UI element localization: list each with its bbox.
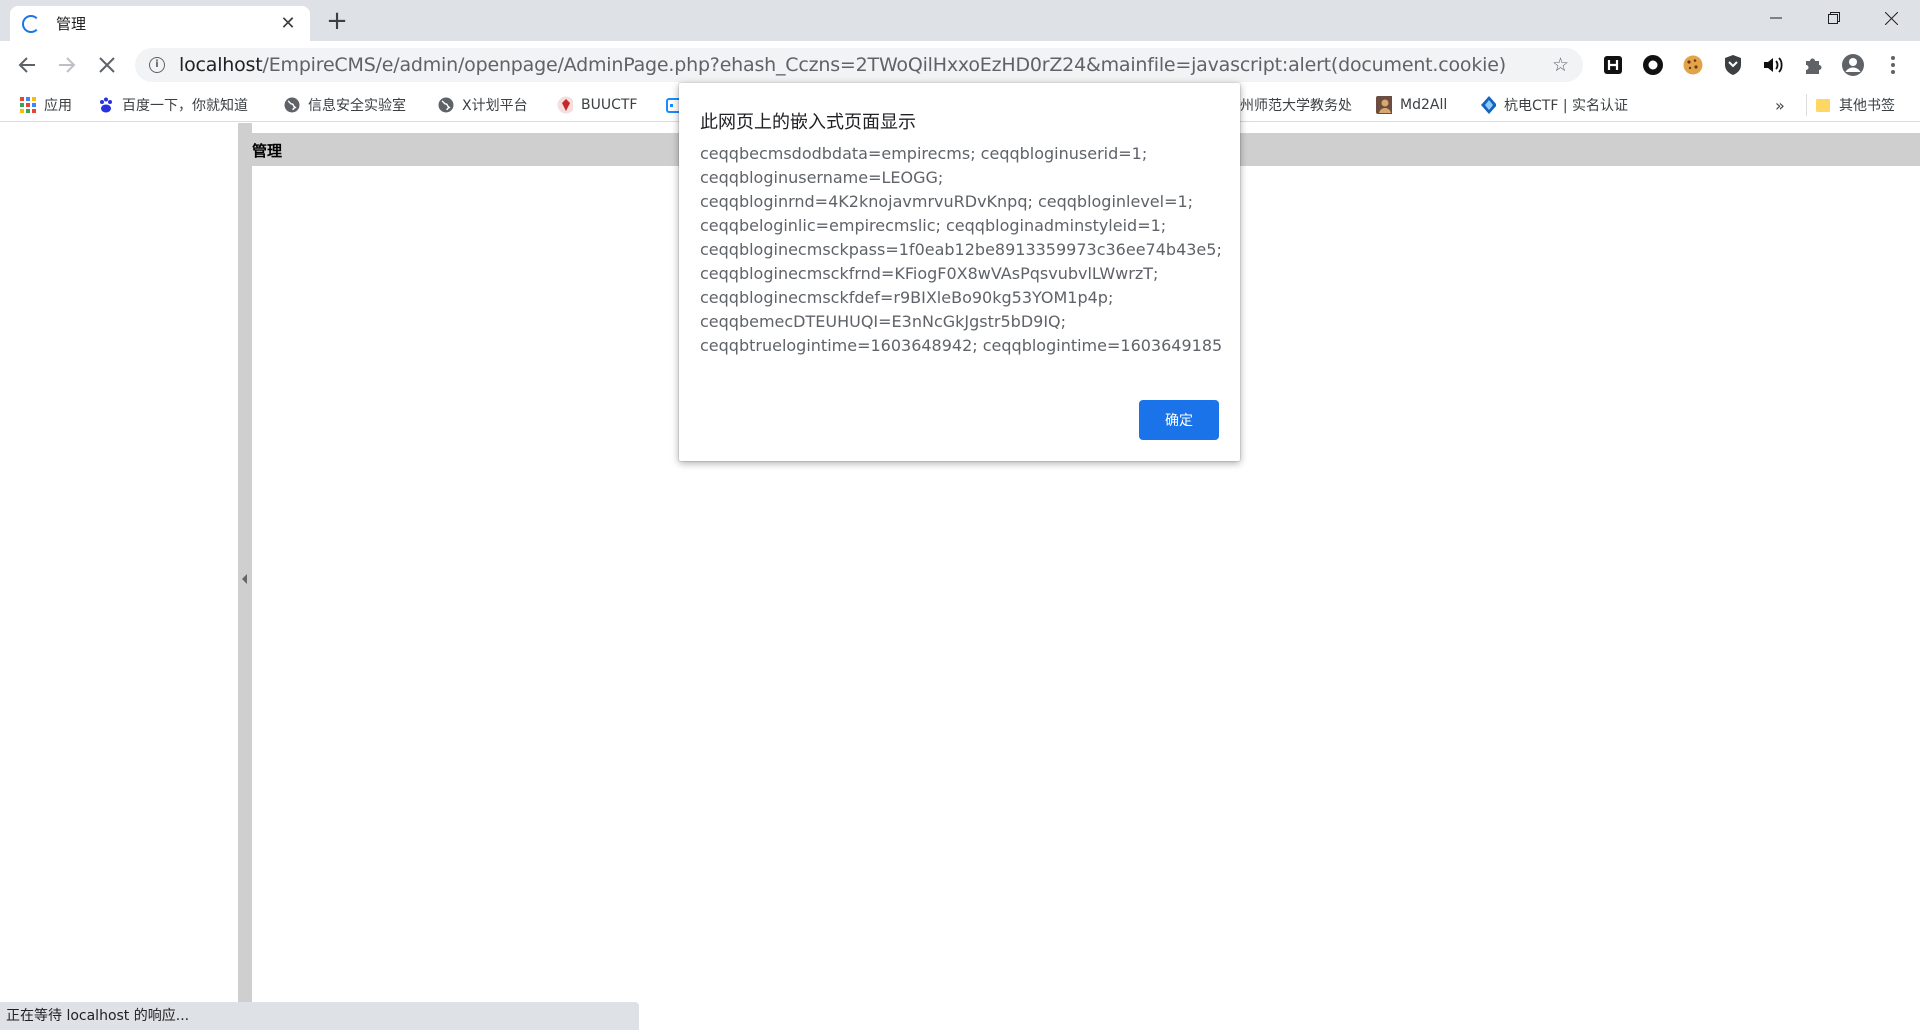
message-line: ceqqbloginrnd=4K2knojavmrvuRDvKnpq; ceqq…: [700, 192, 1194, 211]
site-info-icon[interactable]: i: [149, 57, 165, 73]
bookmark-buuctf[interactable]: BUUCTF: [557, 94, 637, 116]
bookmark-md2all[interactable]: Md2All: [1376, 94, 1447, 116]
bookmark-label: 信息安全实验室: [308, 98, 406, 114]
bookmark-xplan[interactable]: X计划平台: [438, 94, 528, 116]
tab-strip: 管理 ✕ +: [0, 0, 1920, 41]
menu-icon[interactable]: [1881, 53, 1905, 77]
message-line: ceqqbecmsdodbdata=empirecms; ceqqbloginu…: [700, 144, 1148, 163]
folder-icon: [1815, 97, 1831, 113]
bookmark-label: X计划平台: [462, 98, 528, 114]
circle-extension-icon[interactable]: [1641, 53, 1665, 77]
new-tab-button[interactable]: +: [322, 6, 352, 36]
address-bar[interactable]: i localhost/EmpireCMS/e/admin/openpage/A…: [135, 48, 1583, 82]
frame-splitter[interactable]: [238, 123, 252, 1002]
hdu-logo-icon: [1480, 96, 1496, 114]
baidu-paw-icon: [98, 97, 114, 113]
bookmark-label: 百度一下，你就知道: [122, 98, 248, 114]
h-extension-icon[interactable]: [1601, 53, 1625, 77]
apps-grid-icon: [20, 97, 36, 113]
tab-close-icon[interactable]: ✕: [278, 13, 298, 34]
forward-button[interactable]: [52, 50, 82, 80]
main-frame-title: 管理: [252, 142, 283, 160]
bookmark-label: 其他书签: [1839, 98, 1895, 114]
arrow-left-icon: [18, 57, 35, 73]
alert-dialog: 此网页上的嵌入式页面显示 ceqqbecmsdodbdata=empirecms…: [679, 83, 1240, 461]
restore-icon: [1828, 12, 1840, 24]
stop-loading-button[interactable]: [92, 50, 122, 80]
puzzle-extension-icon[interactable]: [1801, 53, 1825, 77]
back-button[interactable]: [12, 50, 42, 80]
shield-extension-icon[interactable]: [1721, 53, 1745, 77]
message-line: ceqqbtruelogintime=1603648942; ceqqblogi…: [700, 336, 1223, 355]
window-close-button[interactable]: [1862, 0, 1920, 36]
bookmark-label: Md2All: [1400, 97, 1448, 113]
window-close-icon: [1884, 11, 1898, 25]
stop-x-icon: [99, 57, 115, 73]
bookmark-hdu-ctf[interactable]: 杭电CTF | 实名认证: [1480, 94, 1628, 116]
bookmark-baidu[interactable]: 百度一下，你就知道: [98, 94, 248, 116]
bookmarks-overflow-button[interactable]: »: [1775, 94, 1785, 116]
browser-tab[interactable]: 管理 ✕: [10, 6, 310, 41]
left-menu-frame: [0, 123, 238, 1002]
globe-icon: [284, 97, 300, 113]
globe-icon: [438, 97, 454, 113]
url-host: localhost: [179, 54, 263, 76]
loading-spinner-icon: [22, 14, 40, 33]
md2all-logo-icon: [1376, 96, 1392, 114]
cookie-extension-icon[interactable]: [1681, 53, 1705, 77]
dialog-message: ceqqbecmsdodbdata=empirecms; ceqqbloginu…: [700, 142, 1223, 358]
message-line: ceqqbloginecmsckpass=1f0eab12be891335997…: [700, 240, 1222, 259]
bookmark-star-icon[interactable]: ☆: [1552, 54, 1569, 76]
ok-button[interactable]: 确定: [1139, 400, 1219, 440]
bookmark-label: 杭电CTF | 实名认证: [1504, 98, 1628, 114]
minimize-icon: [1770, 17, 1782, 19]
bookmark-label: 州师范大学教务处: [1240, 98, 1352, 114]
arrow-right-icon: [59, 57, 76, 73]
bookmark-other-folder[interactable]: 其他书签: [1815, 94, 1895, 116]
status-bubble: 正在等待 localhost 的响应...: [0, 1002, 639, 1030]
url-text[interactable]: localhost/EmpireCMS/e/admin/openpage/Adm…: [179, 54, 1552, 76]
url-path: /EmpireCMS/e/admin/openpage/AdminPage.ph…: [262, 54, 1507, 76]
restore-button[interactable]: [1805, 0, 1863, 36]
bookmark-label: BUUCTF: [581, 97, 638, 113]
account-icon[interactable]: [1841, 53, 1865, 77]
tab-title: 管理: [56, 15, 87, 33]
message-line: ceqqbloginecmsckfdef=r9BIXleBo90kg53YOM1…: [700, 288, 1114, 307]
bookmarks-divider: [1806, 94, 1807, 116]
dialog-title: 此网页上的嵌入式页面显示: [700, 112, 916, 133]
bookmark-apps[interactable]: 应用: [20, 94, 72, 116]
speaker-extension-icon[interactable]: [1761, 53, 1785, 77]
browser-toolbar: i localhost/EmpireCMS/e/admin/openpage/A…: [0, 41, 1920, 89]
message-line: ceqqbloginecmsckfrnd=KFiogF0X8wVAsPqsvub…: [700, 264, 1159, 283]
buuctf-logo-icon: [557, 96, 573, 114]
minimize-button[interactable]: [1747, 0, 1805, 36]
message-line: ceqqbeloginlic=empirecmslic; ceqqblogina…: [700, 216, 1167, 235]
message-line: ceqqbemecDTEUHUQI=E3nNcGkJgstr5bD9IQ;: [700, 312, 1067, 331]
collapse-arrow-icon[interactable]: [242, 574, 247, 584]
bookmark-normal-univ[interactable]: 州师范大学教务处: [1240, 94, 1352, 116]
bookmark-infosec-lab[interactable]: 信息安全实验室: [284, 94, 406, 116]
message-line: ceqqbloginusername=LEOGG;: [700, 168, 944, 187]
bookmark-label: 应用: [44, 98, 72, 114]
